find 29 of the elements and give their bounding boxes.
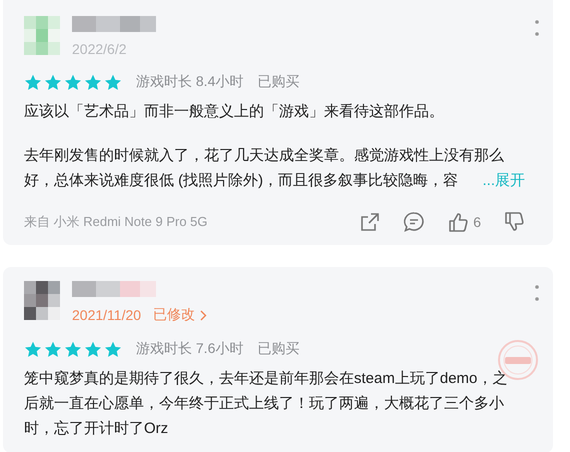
star-icon xyxy=(24,340,42,358)
star-icon xyxy=(84,340,102,358)
share-icon[interactable] xyxy=(359,211,382,233)
comment-icon[interactable] xyxy=(403,211,426,233)
like-count: 6 xyxy=(473,214,481,230)
review-text: 笼中窥梦真的是期待了很久，去年还是前年那会在steam上玩了demo，之 后就一直在心愿单，今年终于正式上线了！玩了两遍，大概花了三个多小 时，忘了开计时了Orz xyxy=(24,369,508,439)
playtime-label: 游戏时长 8.4小时 xyxy=(136,73,244,91)
more-menu-icon[interactable] xyxy=(535,285,539,301)
star-icon xyxy=(44,74,62,90)
review-text: 去年刚发售的时候就入了，花了几天达成全奖章。感觉游戏性上没有那么 好，总体来说难度很低 (找照片除外)，而且很多叙事比较隐晦，容 ...展开 xyxy=(24,143,535,193)
review-text: 应该以「艺术品」而非一般意义上的「游戏」来看待这部作品。 xyxy=(24,102,445,122)
playtime-label: 游戏时长 7.6小时 xyxy=(136,340,244,358)
star-icon xyxy=(104,74,122,90)
thumbs-up-icon[interactable] xyxy=(447,211,470,233)
star-icon xyxy=(104,340,122,358)
device-label: 来自 小米 Redmi Note 9 Pro 5G xyxy=(24,213,208,231)
review-date: 2022/6/2 xyxy=(72,41,126,57)
thumbs-down-icon[interactable] xyxy=(503,211,525,233)
purchased-label: 已购买 xyxy=(257,73,300,91)
star-icon xyxy=(44,340,62,358)
star-icon xyxy=(64,74,82,90)
more-menu-icon[interactable] xyxy=(535,20,539,36)
edited-link[interactable]: 已修改 xyxy=(153,306,208,324)
purchased-label: 已购买 xyxy=(257,340,300,358)
star-icon xyxy=(24,74,42,90)
star-icon xyxy=(64,340,82,358)
star-icon xyxy=(84,74,102,90)
review-date: 2021/11/20 xyxy=(72,307,142,323)
chevron-icon xyxy=(200,310,208,320)
